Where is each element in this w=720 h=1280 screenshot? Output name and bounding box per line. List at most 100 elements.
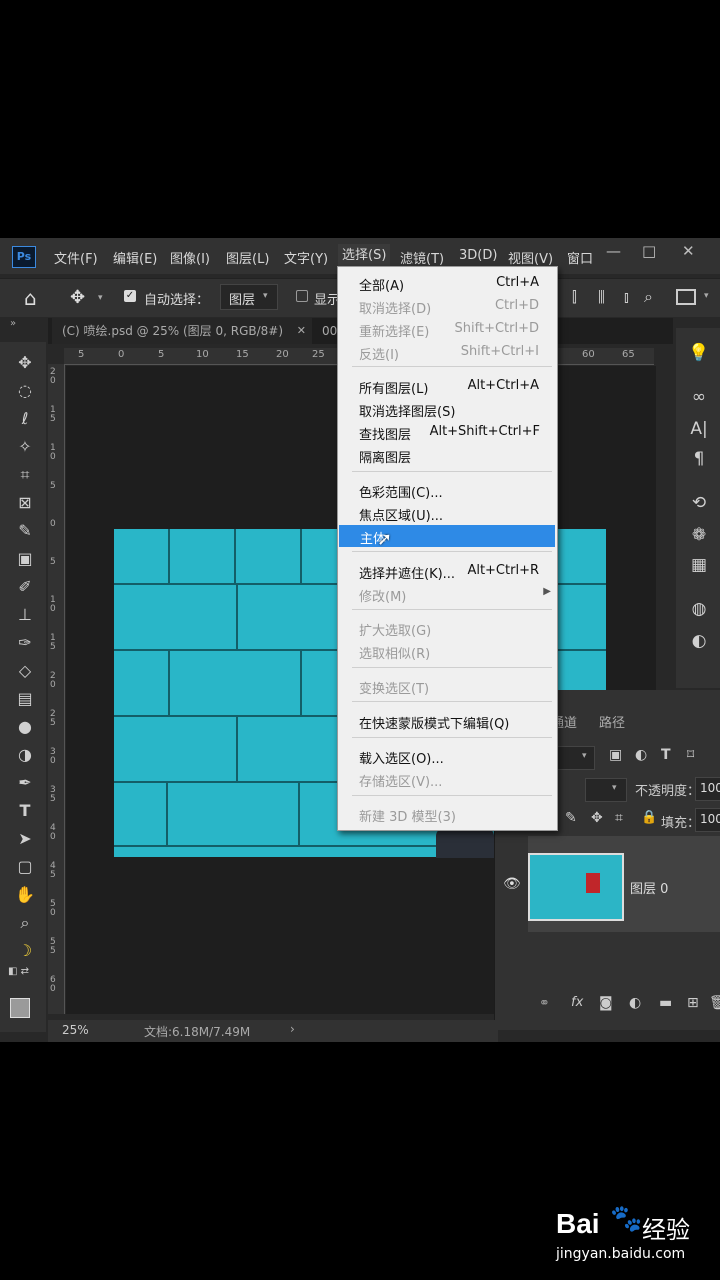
menu-item-reselect[interactable]: 重新选择(E) Shift+Ctrl+D [338,318,557,340]
history-icon[interactable]: ⟲ [688,492,710,514]
path-select-icon[interactable]: ➤ [13,828,37,850]
menu-item-subject[interactable]: 主体 ➚ [339,525,555,550]
menu-item-save-selection[interactable]: 存储选区(V)... [338,768,557,790]
pen-tool-icon[interactable]: ✒ [13,772,37,794]
eraser-icon[interactable]: ◇ [13,660,37,682]
shape-filter-icon[interactable]: ⌑ [687,747,694,763]
menu-layer[interactable]: 图层(L) [226,248,269,267]
align-right-icon[interactable]: ⫾ [624,288,629,306]
fx-icon[interactable]: fx [571,995,583,1010]
lock-icon[interactable]: 🔒 [641,810,657,825]
menu-item-transform-selection[interactable]: 变换选区(T) [338,675,557,697]
brush-lock-icon[interactable]: ✎ [565,810,577,826]
history-brush-icon[interactable]: ✑ [13,632,37,654]
gradient-tool-icon[interactable]: ▤ [13,688,37,710]
paragraph-icon[interactable]: ¶ [688,448,710,470]
new-layer-icon[interactable]: ⊞ [687,995,699,1011]
eyedropper-icon[interactable]: ✎ [13,520,37,542]
folder-icon[interactable]: ▬ [659,995,672,1011]
home-icon[interactable]: ⌂ [24,286,37,310]
type-tool-icon[interactable]: T [13,800,37,822]
magic-wand-icon[interactable]: ✧ [13,436,37,458]
blend-mode-select[interactable]: ▾ [585,778,627,802]
target-select[interactable]: 图层 ▾ [220,284,278,310]
menu-item-deselect[interactable]: 取消选择(D) Ctrl+D [338,295,557,317]
chevron-down-icon[interactable]: ▾ [98,293,103,303]
menu-item-modify[interactable]: 修改(M) ▶ [338,583,557,605]
filter-kind-select[interactable]: ▾ [557,746,595,770]
position-lock-icon[interactable]: ✥ [591,810,603,826]
stamp-tool-icon[interactable]: ⊥ [13,604,37,626]
zoom-tool-icon[interactable]: ⌕ [13,912,37,934]
minimize-icon[interactable]: — [606,242,621,260]
menu-item-inverse[interactable]: 反选(I) Shift+Ctrl+I [338,341,557,363]
status-arrow-icon[interactable]: › [290,1022,295,1036]
shape-tool-icon[interactable]: ▢ [13,856,37,878]
trash-icon[interactable]: 🗑 [709,995,720,1011]
crop-tool-icon[interactable]: ⌗ [13,464,37,486]
menu-window[interactable]: 窗口 [567,248,593,267]
menu-select[interactable]: 选择(S) [338,244,391,268]
menu-item-similar[interactable]: 选取相似(R) [338,640,557,662]
menu-view[interactable]: 视图(V) [508,248,553,267]
auto-select-checkbox[interactable]: ✓ [124,290,136,302]
grid-icon[interactable]: ▦ [688,554,710,576]
move-tool-icon[interactable]: ✥ [70,287,85,308]
menu-item-focus-area[interactable]: 焦点区域(U)... [338,502,557,524]
align-icon[interactable]: ⫿ [572,288,577,306]
tab-close-icon[interactable]: ✕ [297,318,306,344]
tab-document[interactable]: (C) 喷绘.psd @ 25% (图层 0, RGB/8#) ✕ [52,318,312,344]
character-icon[interactable]: A| [688,418,710,440]
menu-3d[interactable]: 3D(D) [459,248,497,263]
move-tool-icon[interactable]: ✥ [13,352,37,374]
opacity-input[interactable]: 100 [695,777,720,801]
banana-icon[interactable]: ☽ [13,940,37,962]
menu-item-grow[interactable]: 扩大选取(G) [338,617,557,639]
tab-paths[interactable]: 路径 [599,712,625,731]
menu-type[interactable]: 文字(Y) [284,248,328,267]
brush-tool-icon[interactable]: ✐ [13,576,37,598]
mask-icon[interactable]: ◙ [599,995,613,1011]
menu-item-load-selection[interactable]: 载入选区(O)... [338,745,557,767]
fill-input[interactable]: 100 [695,808,720,832]
link-icon[interactable]: ⚭ [539,996,550,1011]
chevron-down-icon[interactable]: ▾ [704,291,709,301]
workspace-icon[interactable] [676,289,696,305]
adjustment-layer-icon[interactable]: ◐ [629,995,641,1011]
layer-name[interactable]: 图层 0 [630,878,668,897]
menu-edit[interactable]: 编辑(E) [113,248,157,267]
show-transform-checkbox[interactable] [296,290,308,302]
blur-tool-icon[interactable]: ● [13,716,37,738]
menu-item-all-layers[interactable]: 所有图层(L) Alt+Ctrl+A [338,375,557,397]
zoom-level[interactable]: 25% [62,1023,89,1037]
menu-item-deselect-layers[interactable]: 取消选择图层(S) [338,398,557,420]
lightbulb-icon[interactable]: 💡 [688,342,710,364]
search-icon[interactable]: ⌕ [644,287,653,307]
distribute-icon[interactable]: ⫼ [598,288,605,306]
menu-image[interactable]: 图像(I) [170,248,210,267]
close-icon[interactable]: ✕ [682,242,695,260]
marquee-tool-icon[interactable]: ◌ [13,380,37,402]
healing-brush-icon[interactable]: ▣ [13,548,37,570]
artboard-lock-icon[interactable]: ⌗ [615,810,623,826]
dodge-tool-icon[interactable]: ◑ [13,744,37,766]
adjustment-filter-icon[interactable]: ◐ [635,747,647,763]
menu-item-find-layers[interactable]: 查找图层 Alt+Shift+Ctrl+F [338,421,557,443]
type-filter-icon[interactable]: T [661,747,671,763]
menu-item-select-all[interactable]: 全部(A) Ctrl+A [338,272,557,294]
hand-tool-icon[interactable]: ✋ [13,884,37,906]
lasso-tool-icon[interactable]: ℓ [13,408,37,430]
adjustments-icon[interactable]: ◐ [688,630,710,652]
maximize-icon[interactable]: □ [642,242,656,260]
menu-item-color-range[interactable]: 色彩范围(C)... [338,479,557,501]
menu-item-isolate-layers[interactable]: 隔离图层 [338,444,557,466]
menu-filter[interactable]: 滤镜(T) [400,248,444,267]
image-filter-icon[interactable]: ▣ [609,747,622,763]
creative-cloud-icon[interactable]: ∞ [688,386,710,408]
menu-file[interactable]: 文件(F) [54,248,98,267]
menu-item-quick-mask[interactable]: 在快速蒙版模式下编辑(Q) [338,710,557,732]
swatches-icon[interactable]: ❁ [688,524,710,546]
menu-item-new-3d-model[interactable]: 新建 3D 模型(3) [338,803,557,825]
eye-icon[interactable]: 👁 [503,876,521,892]
foreground-color-swatch[interactable] [10,998,30,1018]
